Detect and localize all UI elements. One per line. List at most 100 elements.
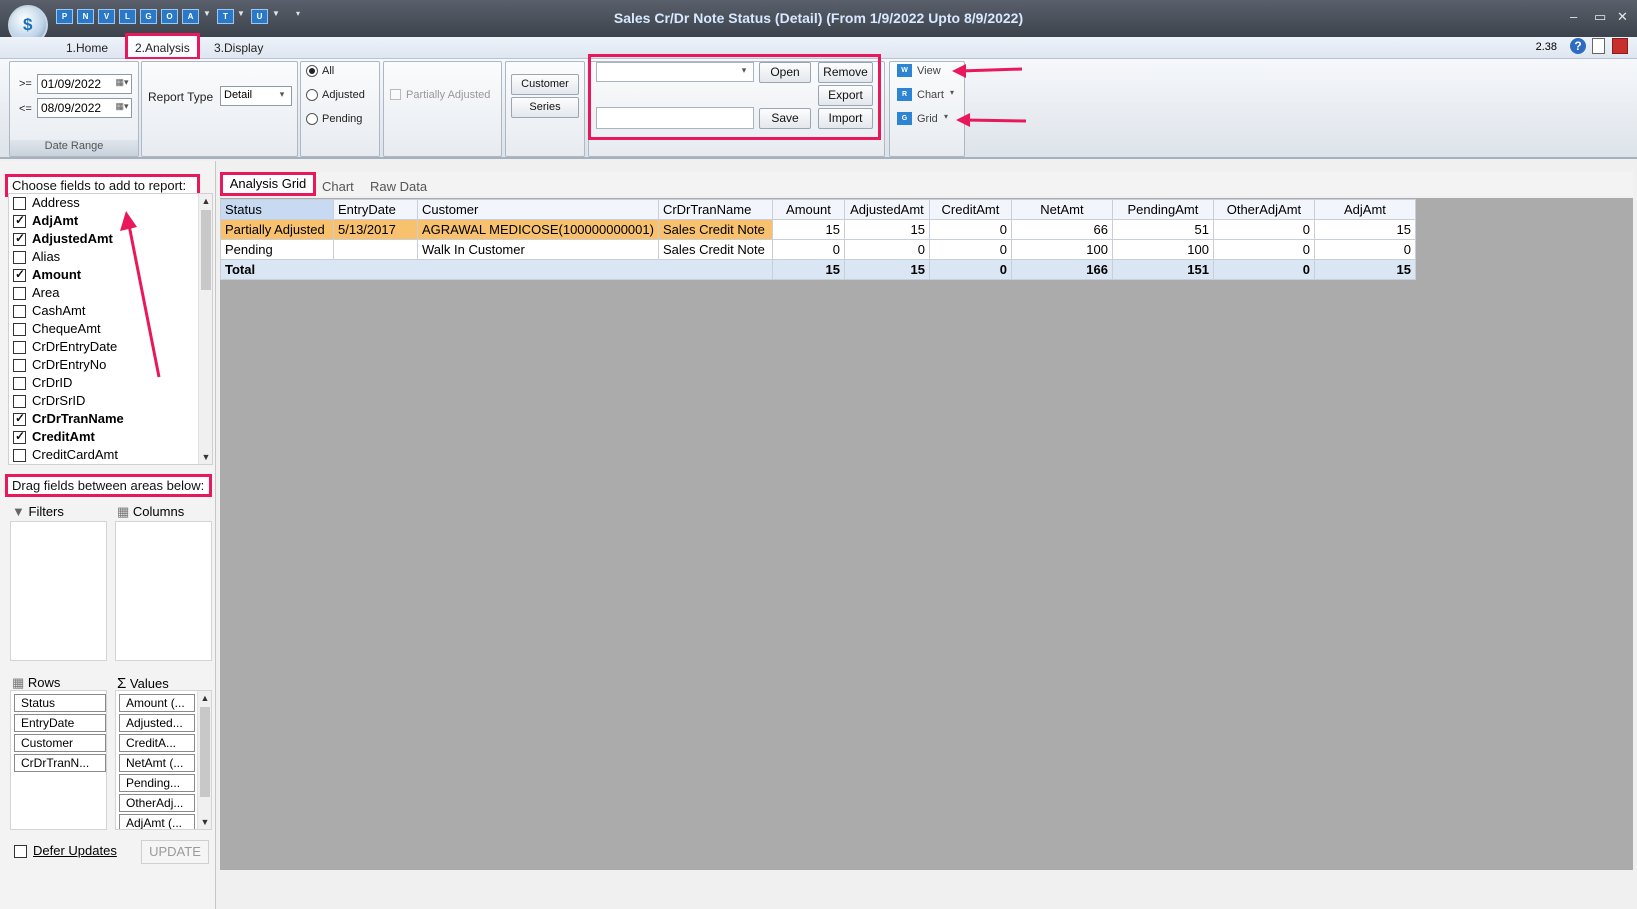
value-field-chip[interactable]: Amount (... — [119, 694, 195, 712]
table-cell[interactable]: 0 — [1212, 219, 1315, 240]
table-cell[interactable]: 0 — [1212, 239, 1315, 260]
scroll-down-icon[interactable]: ▼ — [198, 817, 211, 827]
table-cell[interactable]: 0 — [928, 219, 1012, 240]
total-cell[interactable]: 151 — [1111, 259, 1214, 280]
radio-all[interactable] — [306, 65, 318, 77]
column-header[interactable]: OtherAdjAmt — [1212, 199, 1315, 220]
field-checkbox[interactable] — [13, 287, 26, 300]
field-checkbox[interactable] — [13, 251, 26, 264]
field-checkbox[interactable] — [13, 213, 26, 228]
total-row[interactable]: Total 15 15 0 166 151 0 15 — [220, 259, 1416, 280]
column-header[interactable]: Status — [220, 199, 334, 220]
row-field-chip[interactable]: Status — [14, 694, 106, 712]
minimize-icon[interactable]: – — [1570, 9, 1577, 24]
field-checkbox[interactable] — [13, 377, 26, 390]
table-cell[interactable]: 0 — [843, 239, 930, 260]
tab-chart[interactable]: Chart — [322, 179, 354, 194]
total-cell[interactable]: 166 — [1010, 259, 1113, 280]
row-field-chip[interactable]: EntryDate — [14, 714, 106, 732]
total-cell[interactable]: 0 — [1212, 259, 1315, 280]
view-button[interactable]: View — [917, 65, 941, 77]
table-cell[interactable]: 66 — [1010, 219, 1113, 240]
grid-icon[interactable]: G — [897, 112, 912, 125]
calendar-icon[interactable]: ▦▾ — [115, 77, 129, 91]
exit-icon[interactable] — [1612, 38, 1628, 54]
field-checkbox[interactable] — [13, 449, 26, 462]
total-cell[interactable]: 0 — [928, 259, 1012, 280]
layout-select[interactable]: ▾ — [596, 62, 754, 82]
export-button[interactable]: Export — [818, 85, 873, 106]
field-checkbox[interactable] — [13, 231, 26, 246]
column-header[interactable]: PendingAmt — [1111, 199, 1214, 220]
table-cell[interactable]: 100 — [1111, 239, 1214, 260]
table-cell[interactable]: Sales Credit Note — [657, 219, 773, 240]
value-field-chip[interactable]: CreditA... — [119, 734, 195, 752]
customer-button[interactable]: Customer — [511, 74, 579, 95]
tab-raw-data[interactable]: Raw Data — [370, 179, 427, 194]
table-cell[interactable]: 15 — [1313, 219, 1416, 240]
value-field-chip[interactable]: OtherAdj... — [119, 794, 195, 812]
scroll-down-icon[interactable]: ▼ — [199, 452, 212, 462]
row-field-chip[interactable]: Customer — [14, 734, 106, 752]
total-cell[interactable]: 15 — [843, 259, 930, 280]
rows-drop-area[interactable]: Status EntryDate Customer CrDrTranN... — [10, 690, 107, 830]
field-checkbox[interactable] — [13, 323, 26, 336]
tab-analysis[interactable]: 2.Analysis — [135, 41, 190, 55]
value-field-chip[interactable]: AdjAmt (... — [119, 814, 195, 829]
radio-pending[interactable] — [306, 113, 318, 125]
field-checkbox[interactable] — [13, 429, 26, 444]
tab-home[interactable]: 1.Home — [66, 41, 108, 55]
radio-adjusted[interactable] — [306, 89, 318, 101]
save-button[interactable]: Save — [759, 108, 811, 129]
import-button[interactable]: Import — [818, 108, 873, 129]
defer-updates-checkbox[interactable] — [14, 845, 27, 858]
document-icon[interactable] — [1592, 38, 1605, 54]
field-list-scrollbar[interactable]: ▲ ▼ — [198, 194, 212, 464]
table-cell[interactable]: Pending — [220, 239, 334, 260]
value-field-chip[interactable]: NetAmt (... — [119, 754, 195, 772]
remove-button[interactable]: Remove — [818, 62, 873, 83]
column-header[interactable]: CreditAmt — [928, 199, 1012, 220]
column-header[interactable]: Amount — [771, 199, 845, 220]
total-cell[interactable]: 15 — [771, 259, 845, 280]
table-row[interactable]: Partially Adjusted 5/13/2017 AGRAWAL MED… — [220, 219, 1416, 240]
table-cell[interactable]: 15 — [843, 219, 930, 240]
pivot-grid[interactable]: Status EntryDate Customer CrDrTranName A… — [220, 199, 1416, 280]
layout-name-input[interactable] — [596, 107, 754, 129]
scroll-up-icon[interactable]: ▲ — [199, 196, 212, 206]
chevron-down-icon[interactable]: ▾ — [275, 89, 289, 103]
field-checkbox[interactable] — [13, 267, 26, 282]
from-date-field[interactable]: 01/09/2022 ▦▾ — [37, 74, 132, 94]
column-header[interactable]: AdjustedAmt — [843, 199, 930, 220]
field-checkbox[interactable] — [13, 341, 26, 354]
report-type-select[interactable]: Detail ▾ — [220, 86, 292, 106]
values-drop-area[interactable]: Amount (... Adjusted... CreditA... NetAm… — [115, 690, 212, 830]
scrollbar-thumb[interactable] — [200, 707, 210, 797]
table-cell[interactable]: Partially Adjusted — [220, 219, 334, 240]
column-header[interactable]: NetAmt — [1010, 199, 1113, 220]
field-list[interactable]: Address AdjAmt AdjustedAmt Alias Amount … — [8, 193, 213, 465]
maximize-icon[interactable]: ▭ — [1594, 9, 1606, 25]
field-checkbox[interactable] — [13, 411, 26, 426]
total-cell[interactable]: 15 — [1313, 259, 1416, 280]
table-cell[interactable]: 100 — [1010, 239, 1113, 260]
table-cell[interactable]: 0 — [771, 239, 845, 260]
column-header[interactable]: Customer — [417, 199, 659, 220]
help-icon[interactable]: ? — [1570, 38, 1586, 54]
table-cell[interactable]: Walk In Customer — [417, 239, 659, 260]
value-field-chip[interactable]: Adjusted... — [119, 714, 195, 732]
chevron-down-icon[interactable]: ▾ — [737, 65, 751, 79]
tab-display[interactable]: 3.Display — [214, 41, 263, 55]
row-field-chip[interactable]: CrDrTranN... — [14, 754, 106, 772]
to-date-field[interactable]: 08/09/2022 ▦▾ — [37, 98, 132, 118]
grid-button[interactable]: Grid — [917, 113, 938, 125]
table-cell[interactable]: 0 — [928, 239, 1012, 260]
defer-updates-row[interactable]: Defer Updates — [14, 843, 117, 858]
table-cell[interactable]: 15 — [771, 219, 845, 240]
scrollbar-thumb[interactable] — [201, 210, 211, 290]
filters-drop-area[interactable] — [10, 521, 107, 661]
table-cell[interactable]: AGRAWAL MEDICOSE(100000000001) — [417, 219, 659, 240]
table-cell[interactable]: 5/13/2017 — [333, 219, 418, 240]
column-header[interactable]: CrDrTranName — [657, 199, 773, 220]
update-button[interactable]: UPDATE — [141, 840, 209, 864]
